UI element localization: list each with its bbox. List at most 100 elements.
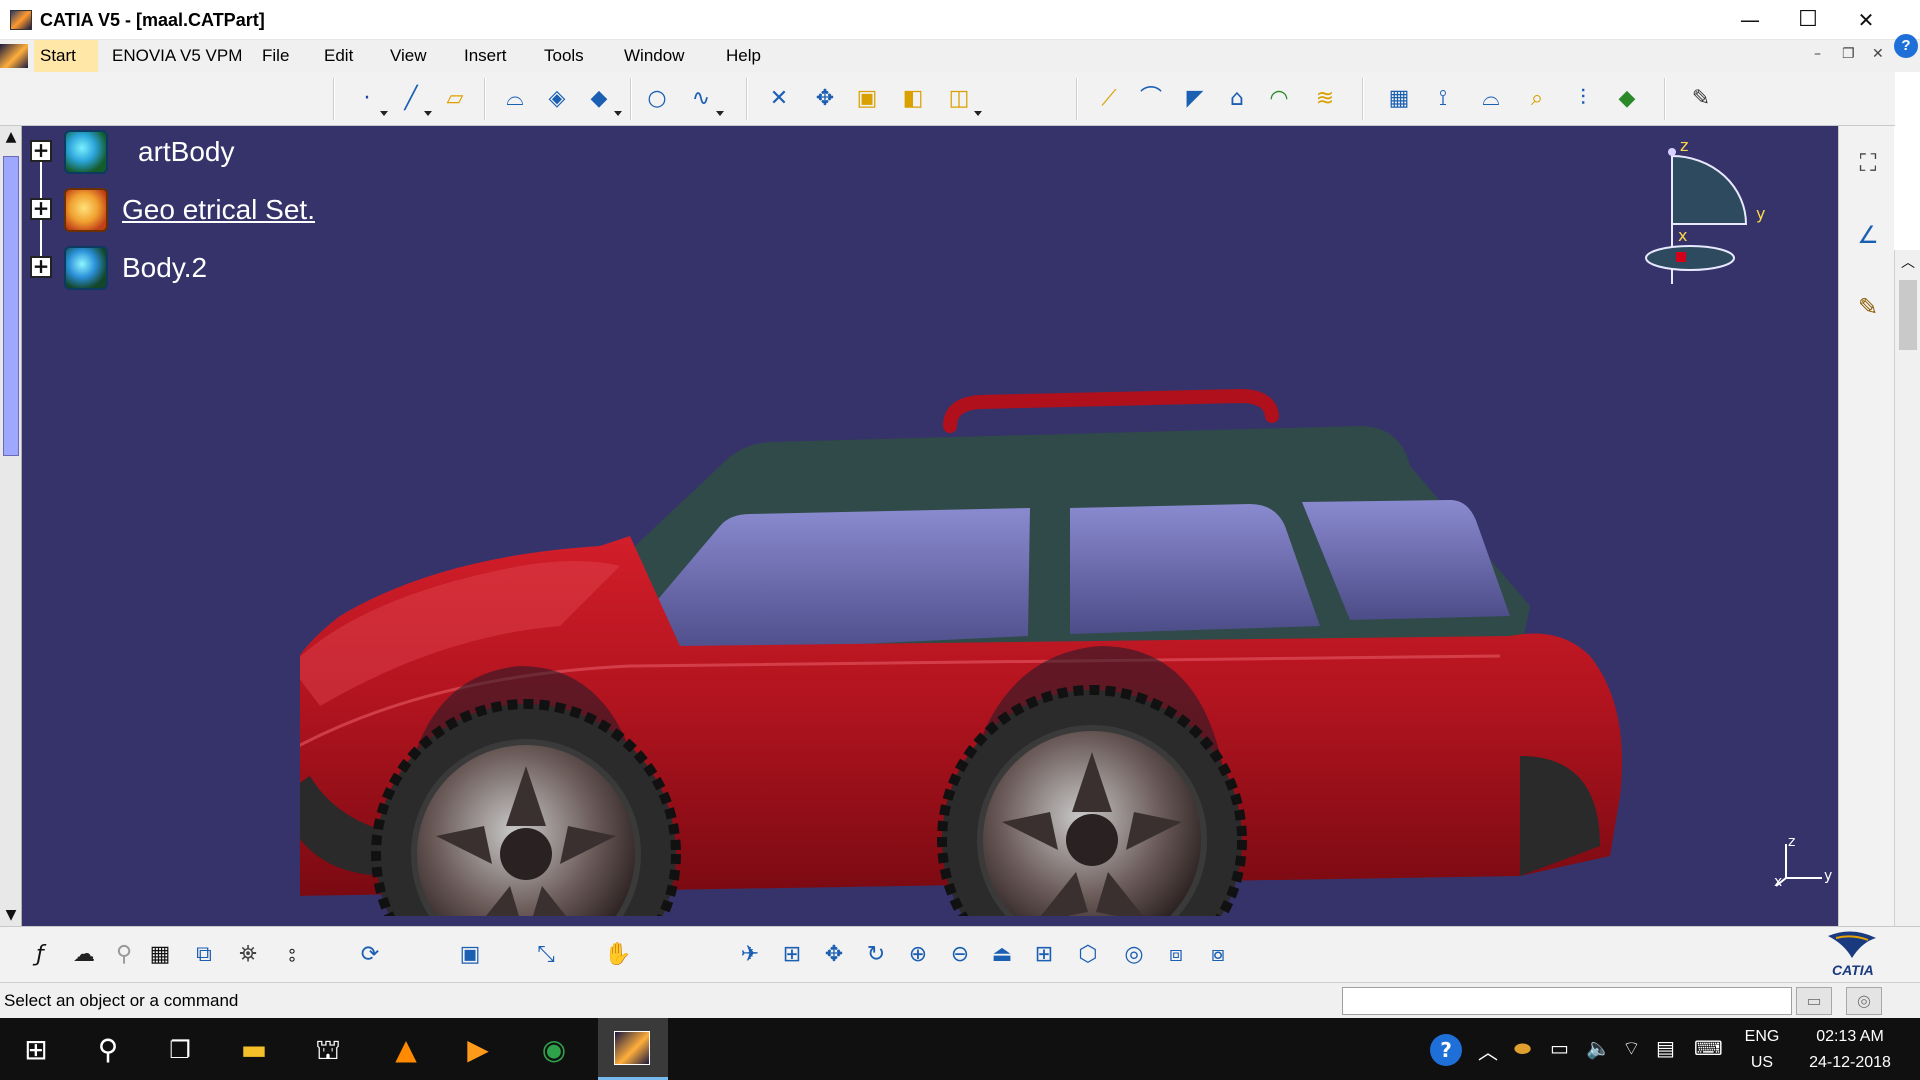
hide-show-icon[interactable]: ⧈: [1160, 939, 1192, 971]
task-view-icon[interactable]: ❐: [160, 1030, 200, 1070]
vlc-icon[interactable]: ▲: [386, 1030, 426, 1070]
fill-icon[interactable]: ▣: [852, 84, 882, 114]
circle-icon[interactable]: ○: [642, 84, 672, 114]
right-scroll-thumb[interactable]: [1899, 280, 1917, 350]
fly-mode-icon[interactable]: ✈: [734, 939, 766, 971]
fillet-icon[interactable]: ◠: [1264, 84, 1294, 114]
curve-analysis-icon[interactable]: ∠: [1851, 218, 1885, 252]
tree-node-label[interactable]: Body.2: [122, 252, 207, 284]
catia-app-icon[interactable]: [10, 10, 32, 30]
normal-view-icon[interactable]: ⏏: [986, 939, 1018, 971]
plane-icon[interactable]: ▱: [440, 84, 470, 114]
menu-edit[interactable]: Edit: [324, 46, 353, 66]
surface-analysis-icon[interactable]: ◆: [1612, 84, 1642, 114]
table-icon[interactable]: ▦: [144, 939, 176, 971]
right-scrollbar[interactable]: ︿ ﹀: [1894, 250, 1920, 980]
healing-icon[interactable]: ◫: [944, 84, 974, 114]
tree-node-label[interactable]: Geo etrical Set.: [122, 194, 315, 226]
menu-start[interactable]: Start: [34, 40, 98, 72]
mdi-minimize-button[interactable]: –: [1814, 46, 1821, 62]
intersection-icon[interactable]: ✕: [764, 84, 794, 114]
fit-all-icon[interactable]: ⊞: [776, 939, 808, 971]
tree-node-geometrical-set[interactable]: + Geo etrical Set.: [24, 184, 404, 240]
connect-checker-icon[interactable]: ⌕: [1522, 84, 1552, 114]
comment-icon[interactable]: ☁: [68, 939, 100, 971]
sketch-icon[interactable]: ✎: [1686, 84, 1716, 114]
spline-icon[interactable]: ∿: [686, 84, 716, 114]
dropdown-arrow-icon[interactable]: [716, 111, 724, 117]
draft-analysis-icon[interactable]: ⟟: [1428, 84, 1458, 114]
porcupine-analysis-icon[interactable]: ⫶: [1568, 84, 1598, 114]
analysis-grid-icon[interactable]: ▦: [1384, 84, 1414, 114]
windows-start-icon[interactable]: ⊞: [16, 1030, 56, 1070]
knowledge-icon[interactable]: ⧉: [188, 939, 220, 971]
menu-file[interactable]: File: [262, 46, 289, 66]
lock-icon[interactable]: ⛯: [232, 939, 264, 971]
catia-menu-logo-icon[interactable]: [0, 44, 28, 68]
tree-scrollbar[interactable]: ▲ ▼: [0, 126, 22, 926]
car-model-3d[interactable]: [300, 236, 1640, 916]
maximize-button[interactable]: ☐: [1780, 0, 1836, 40]
close-button[interactable]: ✕: [1838, 0, 1894, 40]
store-icon[interactable]: ⛫: [308, 1030, 348, 1070]
clock-time[interactable]: 02:13 AM: [1800, 1028, 1900, 1046]
dropdown-arrow-icon[interactable]: [380, 111, 388, 117]
shape-design-workbench-icon[interactable]: ⛶: [1851, 146, 1885, 180]
tree-node-partbody[interactable]: + artBody: [24, 126, 404, 182]
expand-plus-icon[interactable]: +: [30, 140, 52, 162]
zoom-out-icon[interactable]: ⊖: [944, 939, 976, 971]
boundary-icon[interactable]: ◤: [1180, 84, 1210, 114]
extrude-surface-icon[interactable]: ⌓: [500, 84, 530, 114]
clock-date[interactable]: 24-12-2018: [1800, 1054, 1900, 1072]
language-code[interactable]: ENG: [1742, 1028, 1782, 1046]
trim-icon[interactable]: ⌒: [1136, 84, 1166, 114]
dropdown-arrow-icon[interactable]: [614, 111, 622, 117]
mdi-restore-button[interactable]: ❐: [1842, 46, 1855, 62]
catia-taskbar-button[interactable]: [598, 1018, 668, 1080]
formula-icon[interactable]: ƒ: [24, 939, 56, 971]
join-icon[interactable]: ✥: [810, 84, 840, 114]
multi-view-icon[interactable]: ⊞: [1028, 939, 1060, 971]
status-button-2[interactable]: ◎: [1846, 987, 1882, 1015]
line-icon[interactable]: ╱: [396, 84, 426, 114]
help-badge-icon[interactable]: ?: [1894, 34, 1918, 58]
menu-help[interactable]: Help: [726, 46, 761, 66]
help-tray-icon[interactable]: ?: [1430, 1034, 1462, 1066]
keyboard-icon[interactable]: ⌨: [1694, 1036, 1723, 1060]
menu-enovia[interactable]: ENOVIA V5 VPM: [112, 46, 242, 66]
search-icon[interactable]: ⚲: [88, 1030, 128, 1070]
scroll-up-arrow-icon[interactable]: ︿: [1900, 254, 1916, 272]
zoom-in-icon[interactable]: ⊕: [902, 939, 934, 971]
iso-view-icon[interactable]: ⬡: [1072, 939, 1104, 971]
minimize-button[interactable]: —: [1722, 0, 1778, 40]
scroll-down-arrow-icon[interactable]: ▼: [3, 906, 19, 924]
show-hidden-icons-chevron-icon[interactable]: ︿: [1478, 1036, 1498, 1065]
tree-node-label[interactable]: artBody: [138, 136, 235, 168]
app-tray-icon[interactable]: ⬬: [1514, 1036, 1531, 1060]
tree-scroll-thumb[interactable]: [3, 156, 19, 456]
menu-window[interactable]: Window: [624, 46, 684, 66]
action-center-icon[interactable]: ▤: [1656, 1036, 1675, 1060]
region-code[interactable]: US: [1742, 1054, 1782, 1072]
extract-icon[interactable]: ⌂: [1222, 84, 1252, 114]
curvature-analysis-icon[interactable]: ⌓: [1476, 84, 1506, 114]
pan-icon[interactable]: ✥: [818, 939, 850, 971]
sweep-surface-icon[interactable]: ◆: [584, 84, 614, 114]
dropdown-arrow-icon[interactable]: [424, 111, 432, 117]
volume-icon[interactable]: 🔈: [1586, 1036, 1611, 1060]
dropdown-arrow-icon[interactable]: [974, 111, 982, 117]
wifi-icon[interactable]: ⌔: [1622, 1036, 1641, 1061]
command-input[interactable]: [1342, 987, 1792, 1015]
measure-icon[interactable]: ⤡: [530, 939, 562, 971]
point-icon[interactable]: ·: [352, 84, 382, 114]
expand-plus-icon[interactable]: +: [30, 256, 52, 278]
revolve-surface-icon[interactable]: ◈: [542, 84, 572, 114]
menu-view[interactable]: View: [390, 46, 427, 66]
catalog-icon[interactable]: ▣: [454, 939, 486, 971]
sketcher-workbench-icon[interactable]: ✎: [1851, 290, 1885, 324]
update-icon[interactable]: ⟳: [354, 939, 386, 971]
render-style-icon[interactable]: ◎: [1118, 939, 1150, 971]
blend-icon[interactable]: ◧: [898, 84, 928, 114]
link-icon[interactable]: ⚲: [108, 939, 140, 971]
apply-material-icon[interactable]: ✋: [602, 939, 634, 971]
